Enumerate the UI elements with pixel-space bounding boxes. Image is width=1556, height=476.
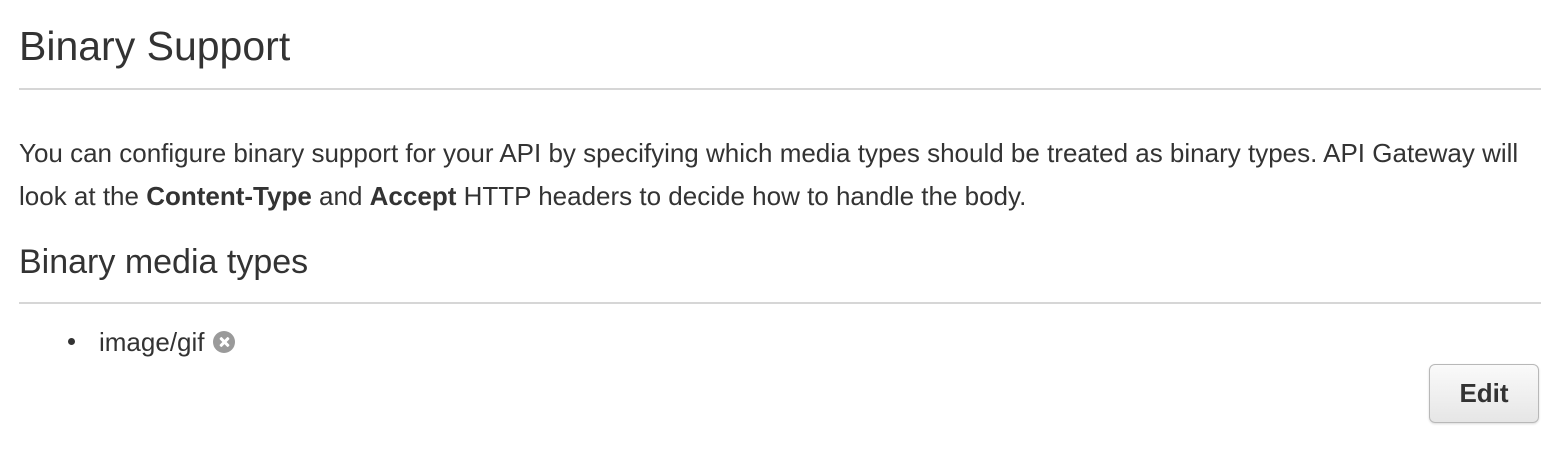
section-divider <box>19 302 1541 304</box>
description-text: You can configure binary support for you… <box>19 132 1519 218</box>
media-types-title: Binary media types <box>19 243 309 281</box>
title-divider <box>19 88 1541 90</box>
description-accept: Accept <box>369 181 457 211</box>
list-item: image/gif <box>19 322 235 362</box>
description-content-type: Content-Type <box>146 181 312 211</box>
remove-circle-icon[interactable] <box>212 331 235 353</box>
description-part-2: and <box>311 181 370 211</box>
edit-button[interactable]: Edit <box>1429 364 1539 423</box>
description-part-3: HTTP headers to decide how to handle the… <box>456 181 1027 211</box>
bullet <box>68 338 75 345</box>
page-title: Binary Support <box>19 23 291 69</box>
media-types-list: image/gif <box>19 322 235 362</box>
media-type-label: image/gif <box>99 326 205 357</box>
